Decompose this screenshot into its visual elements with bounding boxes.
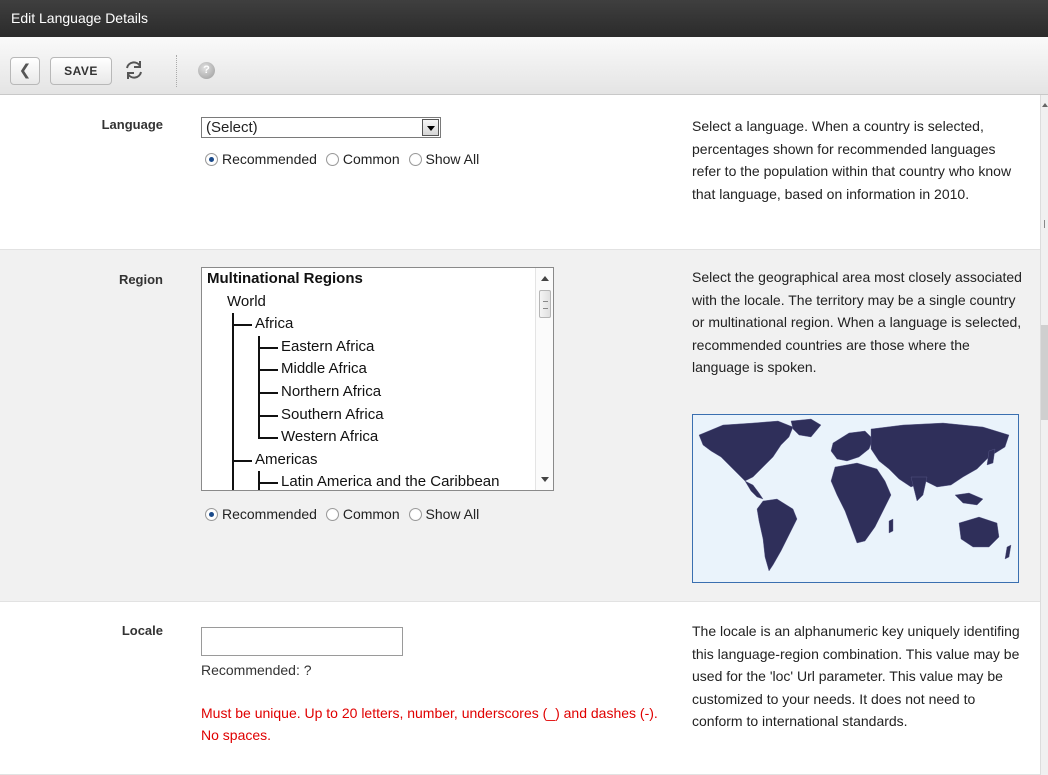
window-title: Edit Language Details (0, 0, 1048, 37)
back-button[interactable]: ❮ (10, 57, 40, 85)
region-list-scrollbar[interactable] (535, 268, 553, 490)
toolbar: ❮ SAVE ? (0, 37, 1048, 95)
language-help-text: Select a language. When a country is sel… (692, 118, 1012, 202)
region-section: Region Multinational Regions World Afric… (0, 250, 1040, 602)
locale-section: Locale Recommended: ? Must be unique. Up… (0, 602, 1040, 775)
world-map[interactable] (692, 414, 1019, 583)
list-item[interactable]: Northern Africa (202, 380, 536, 404)
locale-recommended-text: Recommended: ? (201, 662, 312, 678)
region-help-text: Select the geographical area most closel… (692, 269, 1022, 375)
region-filter-common-label[interactable]: Common (343, 506, 400, 522)
region-filter-recommended-label[interactable]: Recommended (222, 506, 317, 522)
save-button[interactable]: SAVE (50, 57, 112, 85)
list-item[interactable]: Southern Africa (202, 403, 536, 427)
toolbar-separator (176, 55, 177, 87)
list-item[interactable]: Americas (202, 448, 536, 472)
back-arrow-icon: ❮ (18, 62, 32, 79)
language-filter-group: Recommended Common Show All (205, 151, 484, 167)
locale-help-text: The locale is an alphanumeric key unique… (692, 623, 1020, 729)
list-item[interactable]: Latin America and the Caribbean (202, 471, 536, 490)
page-scroll-thumb[interactable] (1041, 325, 1048, 420)
language-section: Language (Select) Recommended Common Sho… (0, 95, 1040, 250)
list-item[interactable]: Western Africa (202, 426, 536, 450)
scroll-up-icon[interactable] (541, 276, 549, 281)
list-item[interactable]: Multinational Regions (202, 268, 536, 291)
list-item[interactable]: World (202, 291, 536, 314)
language-filter-common-radio[interactable] (325, 153, 339, 166)
language-filter-showall-label[interactable]: Show All (426, 151, 480, 167)
scroll-thumb[interactable] (539, 290, 551, 318)
locale-label: Locale (121, 623, 163, 638)
chevron-down-icon[interactable] (422, 119, 439, 136)
refresh-icon (126, 61, 142, 79)
language-select-value: (Select) (206, 119, 258, 136)
scroll-up-icon[interactable] (1042, 103, 1048, 107)
list-item[interactable]: Middle Africa (202, 358, 536, 382)
form-content: Language (Select) Recommended Common Sho… (0, 95, 1040, 775)
region-filter-showall-label[interactable]: Show All (426, 506, 480, 522)
locale-error-text: Must be unique. Up to 20 letters, number… (201, 705, 658, 743)
help-icon[interactable]: ? (198, 62, 215, 79)
refresh-button[interactable] (122, 58, 146, 82)
language-filter-common-label[interactable]: Common (343, 151, 400, 167)
scroll-marker (1044, 220, 1046, 228)
region-filter-showall-radio[interactable] (408, 508, 422, 521)
region-filter-common-radio[interactable] (325, 508, 339, 521)
region-filter-recommended-radio[interactable] (205, 508, 218, 521)
language-filter-recommended-radio[interactable] (205, 153, 218, 166)
world-map-image (698, 418, 1012, 572)
page-scrollbar[interactable] (1040, 95, 1048, 775)
language-select[interactable]: (Select) (201, 117, 441, 138)
language-filter-recommended-label[interactable]: Recommended (222, 151, 317, 167)
language-filter-showall-radio[interactable] (408, 153, 422, 166)
list-item[interactable]: Eastern Africa (202, 335, 536, 359)
region-listbox[interactable]: Multinational Regions World Africa Easte… (201, 267, 554, 491)
locale-input[interactable] (201, 627, 403, 656)
scroll-down-icon[interactable] (541, 477, 549, 482)
list-item[interactable]: Africa (202, 313, 536, 337)
region-filter-group: Recommended Common Show All (205, 506, 484, 522)
language-label: Language (101, 117, 163, 132)
tree-line (232, 324, 252, 327)
region-label: Region (118, 272, 163, 287)
